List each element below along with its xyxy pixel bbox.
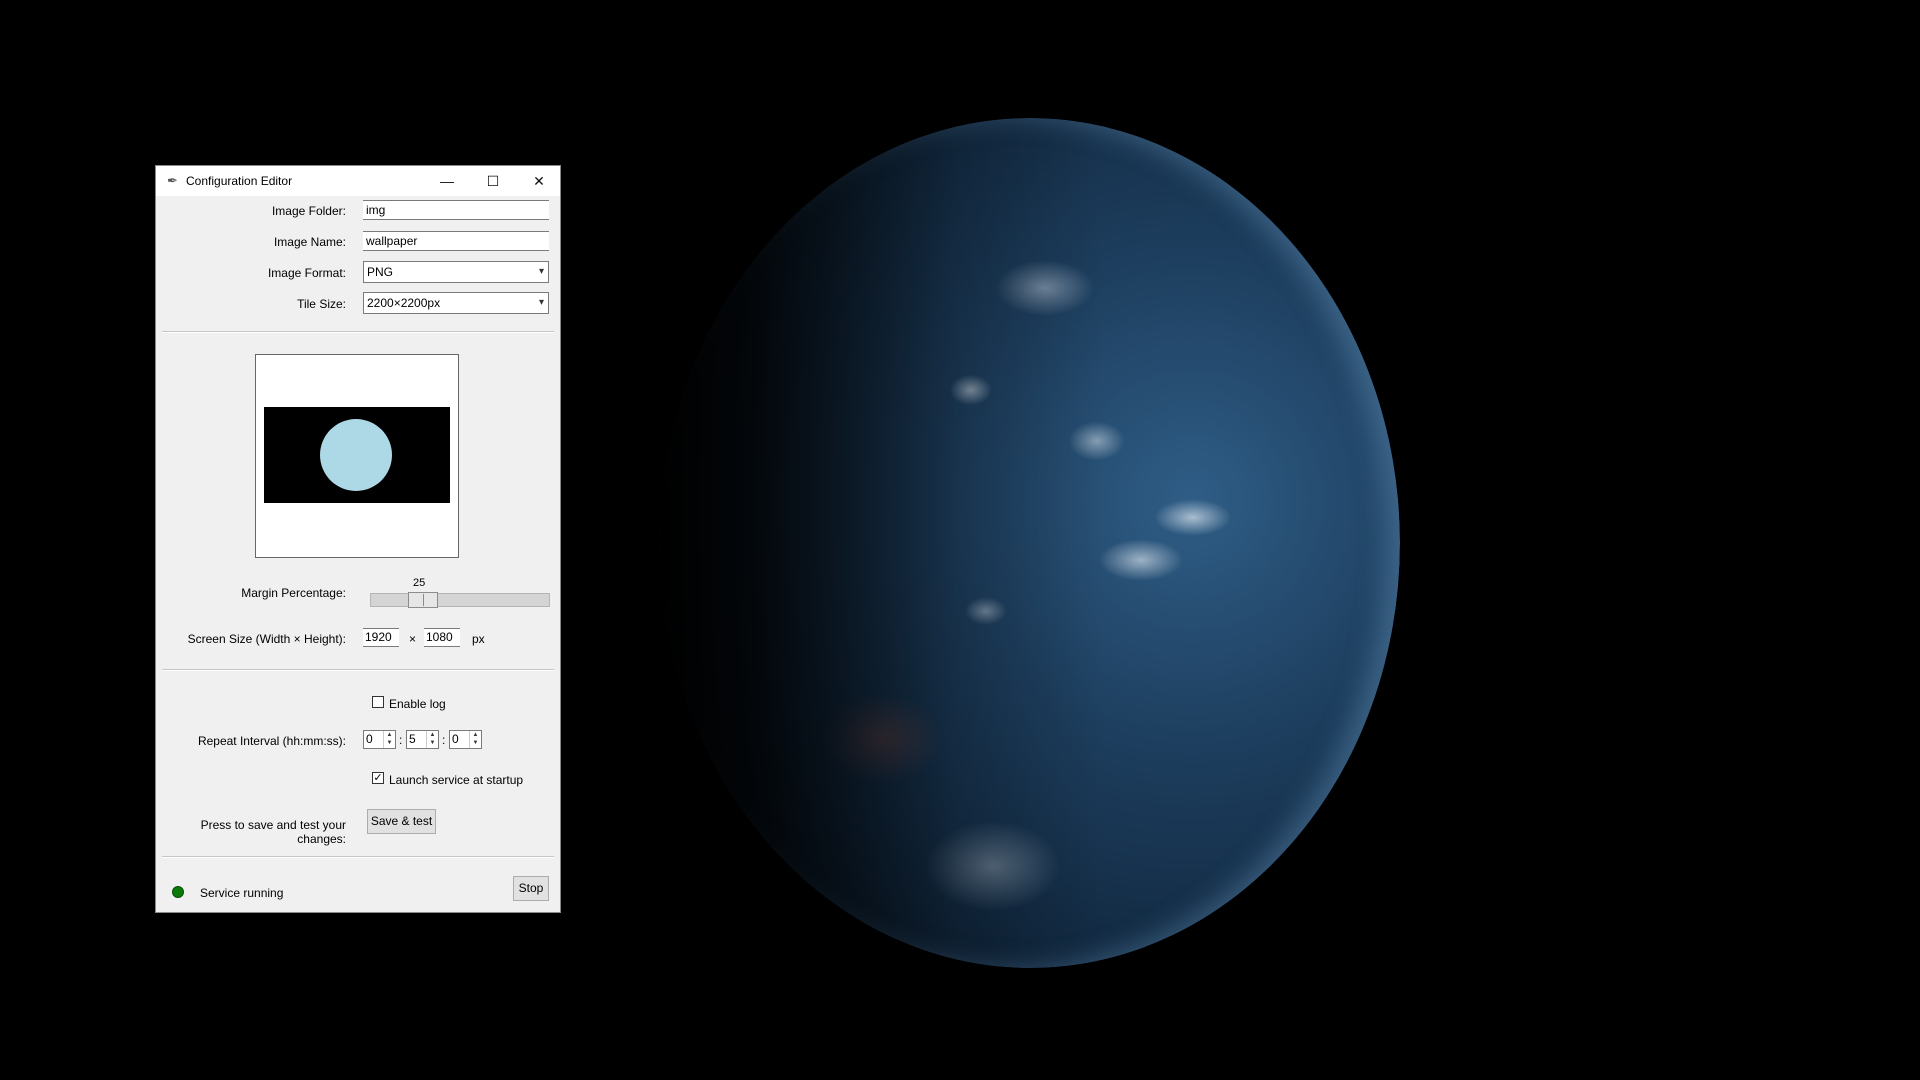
repeat-seconds-value: 0 [452,732,459,746]
status-indicator-icon [172,886,184,898]
earth-night-shade [660,118,1400,968]
save-prompt: Press to save and test your changes: [200,818,346,846]
configuration-editor-window: ✒ Configuration Editor — ☐ ✕ Image Folde… [155,165,561,913]
spin-arrows-icon[interactable]: ▲ ▼ [426,731,438,748]
margin-value: 25 [413,577,426,589]
repeat-hours-spinbox[interactable]: 0 ▲ ▼ [363,730,396,749]
enable-log-label: Enable log [389,697,446,711]
screen-width-input[interactable]: 1920 [363,628,399,647]
separator [162,856,554,858]
separator [162,331,554,333]
image-name-input[interactable]: wallpaper [363,231,549,251]
time-separator: : [442,733,446,747]
time-separator: : [399,733,403,747]
close-button[interactable]: ✕ [516,166,562,196]
stop-button[interactable]: Stop [513,876,549,901]
window-title: Configuration Editor [186,174,293,188]
image-format-label: Image Format: [267,266,346,280]
chevron-down-icon: ▾ [538,266,544,277]
chevron-down-icon: ▾ [538,297,544,308]
spin-arrows-icon[interactable]: ▲ ▼ [469,731,481,748]
margin-slider-handle[interactable] [408,592,438,608]
title-bar[interactable]: ✒ Configuration Editor — ☐ ✕ [156,166,560,196]
save-and-test-button[interactable]: Save & test [367,809,436,834]
launch-at-startup-label: Launch service at startup [389,773,524,787]
repeat-minutes-value: 5 [409,732,416,746]
status-text: Service running [200,886,284,900]
wallpaper-preview [255,354,459,558]
tile-size-select[interactable]: 2200×2200px ▾ [363,292,549,314]
screen-size-label: Screen Size (Width × Height): [187,632,346,646]
tile-size-value: 2200×2200px [367,296,441,310]
repeat-interval-label: Repeat Interval (hh:mm:ss): [197,734,346,748]
minimize-button[interactable]: — [424,166,470,196]
enable-log-checkbox[interactable] [372,696,384,708]
image-folder-label: Image Folder: [271,204,346,218]
image-folder-input[interactable]: img [363,200,549,220]
image-format-value: PNG [367,265,394,279]
spin-arrows-icon[interactable]: ▲ ▼ [383,731,395,748]
image-format-select[interactable]: PNG ▾ [363,261,549,283]
separator [162,669,554,671]
feather-icon: ✒ [167,173,178,188]
image-name-label: Image Name: [273,235,346,249]
repeat-minutes-spinbox[interactable]: 5 ▲ ▼ [406,730,439,749]
launch-at-startup-checkbox[interactable]: ✓ [372,772,384,784]
preview-globe [320,419,392,491]
repeat-seconds-spinbox[interactable]: 0 ▲ ▼ [449,730,482,749]
preview-screen [264,407,450,503]
screen-height-input[interactable]: 1080 [424,628,460,647]
tile-size-label: Tile Size: [297,297,346,311]
margin-slider[interactable] [370,592,550,608]
repeat-hours-value: 0 [366,732,373,746]
margin-percentage-label: Margin Percentage: [241,586,346,600]
px-unit: px [472,632,485,646]
times-symbol: × [409,632,417,646]
maximize-button[interactable]: ☐ [470,166,516,196]
